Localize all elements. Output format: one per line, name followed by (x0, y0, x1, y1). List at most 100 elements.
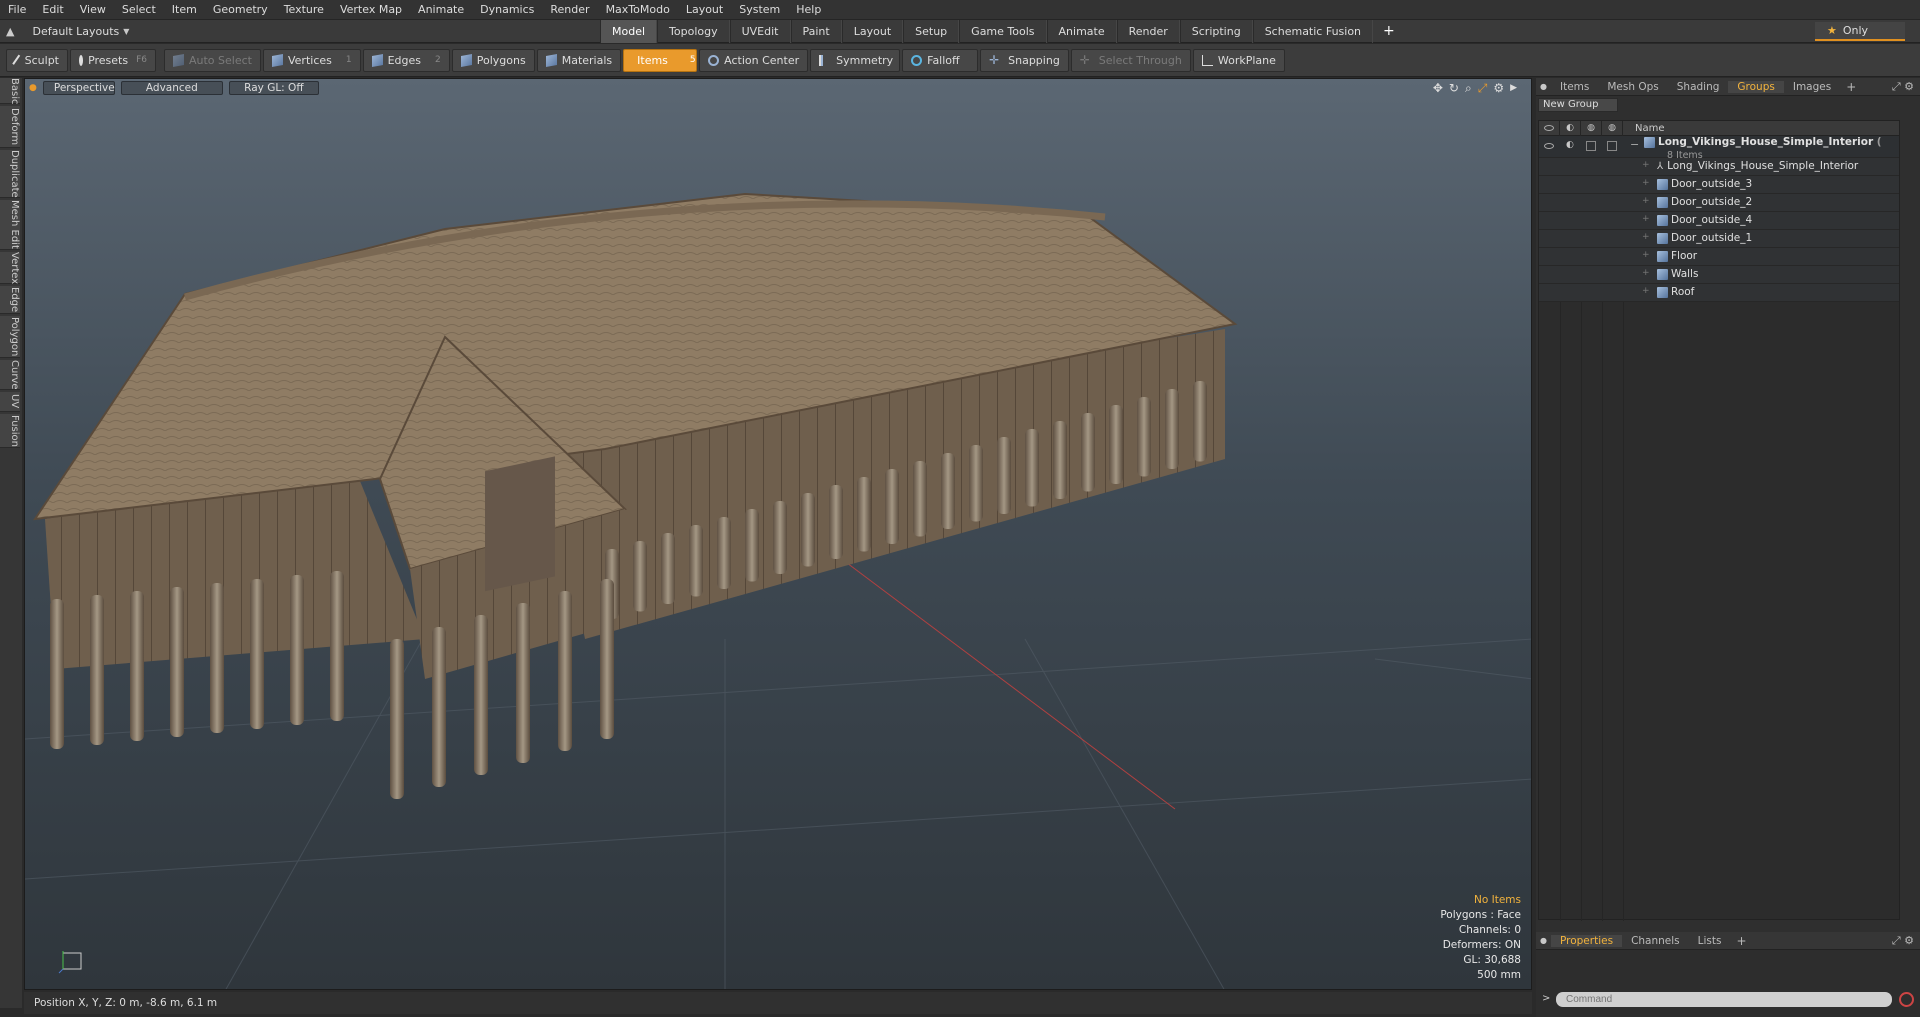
left-tab-basic[interactable]: Basic (0, 78, 20, 104)
tab-uvedit[interactable]: UVEdit (729, 19, 791, 43)
panel-tab-mesh-ops[interactable]: Mesh Ops (1598, 81, 1667, 93)
left-tab-edge[interactable]: Edge (0, 286, 20, 314)
group-item-row[interactable]: + Door_outside_3 (1539, 176, 1899, 194)
expand-icon[interactable]: + (1642, 196, 1650, 206)
viewport-dot-icon[interactable]: ● (29, 83, 37, 93)
group-item-row[interactable]: + Door_outside_1 (1539, 230, 1899, 248)
visibility-column[interactable] (1539, 120, 1560, 136)
menu-item-select[interactable]: Select (114, 0, 164, 20)
left-tab-vertex[interactable]: Vertex (0, 252, 20, 284)
tab-paint[interactable]: Paint (790, 19, 842, 43)
group-select-checkbox[interactable] (1607, 141, 1617, 151)
snapping-button[interactable]: ✛ Snapping (980, 48, 1069, 72)
layouts-label[interactable]: Default Layouts (32, 25, 119, 38)
sculpt-button[interactable]: Sculpt (6, 48, 68, 72)
layouts-arrow-icon[interactable]: ▲ (6, 25, 14, 38)
move-view-icon[interactable]: ✥ (1433, 81, 1443, 96)
expand-icon[interactable]: + (1642, 268, 1650, 278)
panel-tab-items[interactable]: Items (1551, 81, 1598, 93)
group-item-row[interactable]: + Roof (1539, 284, 1899, 302)
materials-button[interactable]: Materials (536, 48, 622, 72)
tab-model[interactable]: Model (600, 19, 658, 43)
properties-dot-icon[interactable]: ● (1540, 936, 1547, 945)
group-item-row[interactable]: + Door_outside_2 (1539, 194, 1899, 212)
items-button[interactable]: Items 5 (623, 48, 698, 72)
chevron-down-icon[interactable]: ▼ (123, 27, 129, 36)
expand-icon[interactable]: + (1642, 178, 1650, 188)
render-column[interactable]: ◐ (1560, 120, 1581, 136)
layouts-dropdown[interactable]: ▲ Default Layouts ▼ (0, 20, 600, 43)
group-item-row[interactable]: + Door_outside_4 (1539, 212, 1899, 230)
panel-tab-shading[interactable]: Shading (1668, 81, 1729, 93)
properties-tab-lists[interactable]: Lists (1689, 935, 1731, 947)
group-item-row[interactable]: + Walls (1539, 266, 1899, 284)
tab-animate[interactable]: Animate (1046, 19, 1117, 43)
left-tab-mesh-edit[interactable]: Mesh Edit (0, 200, 20, 250)
menu-item-view[interactable]: View (72, 0, 114, 20)
left-tab-fusion[interactable]: Fusion (0, 414, 20, 448)
symmetry-button[interactable]: Symmetry (810, 48, 901, 72)
command-input[interactable] (1556, 992, 1892, 1007)
select-column[interactable]: ◍ (1602, 120, 1623, 136)
menu-item-geometry[interactable]: Geometry (205, 0, 276, 20)
properties-tab-channels[interactable]: Channels (1622, 935, 1689, 947)
left-tab-uv[interactable]: UV (0, 392, 20, 412)
edges-button[interactable]: Edges 2 (362, 48, 450, 72)
group-item-row[interactable]: + ⅄ Long_Vikings_House_Simple_Interior (1539, 158, 1899, 176)
auto-select-button[interactable]: Auto Select (164, 48, 261, 72)
panel-dot-icon[interactable]: ● (1540, 82, 1547, 91)
tab-setup[interactable]: Setup (903, 19, 960, 43)
new-group-button[interactable]: New Group (1538, 98, 1618, 112)
select-through-button[interactable]: ✛ Select Through (1070, 48, 1191, 72)
panel-menu-icon[interactable]: ⤢ ⚙ (1892, 80, 1914, 94)
expand-icon[interactable]: + (1642, 250, 1650, 260)
left-tab-polygon[interactable]: Polygon (0, 316, 20, 358)
properties-menu-icon[interactable]: ⤢ ⚙ (1892, 934, 1914, 948)
play-icon[interactable]: ▶ (1510, 81, 1517, 96)
menu-item-system[interactable]: System (731, 0, 788, 20)
left-tab-deform[interactable]: Deform (0, 106, 20, 148)
menu-item-render[interactable]: Render (542, 0, 597, 20)
gear-icon[interactable]: ⚙ (1493, 81, 1504, 96)
3d-viewport[interactable]: ● Perspective Advanced Ray GL: Off ✥ ↻ ⌕… (24, 78, 1532, 990)
only-toggle[interactable]: ★ Only (1815, 22, 1905, 41)
tab-game-tools[interactable]: Game Tools (959, 19, 1047, 43)
expand-icon[interactable]: + (1642, 232, 1650, 242)
menu-item-file[interactable]: File (0, 0, 34, 20)
zoom-view-icon[interactable]: ⌕ (1465, 81, 1472, 96)
group-lock-checkbox[interactable] (1586, 141, 1596, 151)
menu-item-maxtomodo[interactable]: MaxToModo (598, 0, 678, 20)
advanced-button[interactable]: Advanced (120, 81, 223, 95)
action-center-button[interactable]: Action Center (699, 48, 809, 72)
menu-item-dynamics[interactable]: Dynamics (472, 0, 542, 20)
expand-icon[interactable]: + (1642, 214, 1650, 224)
perspective-button[interactable]: Perspective (42, 81, 115, 95)
expand-icon[interactable]: + (1642, 286, 1650, 296)
collapse-icon[interactable]: − (1630, 138, 1639, 151)
command-stop-icon[interactable] (1899, 992, 1914, 1007)
menu-item-animate[interactable]: Animate (410, 0, 472, 20)
tab-scripting[interactable]: Scripting (1179, 19, 1253, 43)
menu-item-vertex-map[interactable]: Vertex Map (332, 0, 410, 20)
presets-button[interactable]: Presets F6 (70, 48, 156, 72)
tab-topology[interactable]: Topology (657, 19, 730, 43)
raygl-button[interactable]: Ray GL: Off (228, 81, 319, 95)
group-item-row[interactable]: + Floor (1539, 248, 1899, 266)
tab-layout[interactable]: Layout (841, 19, 904, 43)
panel-tab-groups[interactable]: Groups (1728, 80, 1784, 93)
rotate-view-icon[interactable]: ↻ (1449, 81, 1459, 96)
add-properties-tab-icon[interactable]: + (1730, 934, 1752, 948)
group-render-icon[interactable]: ◐ (1566, 140, 1574, 150)
command-arrow-icon[interactable]: > (1542, 993, 1550, 1004)
lock-column[interactable]: ◍ (1581, 120, 1602, 136)
menu-item-help[interactable]: Help (788, 0, 829, 20)
tab-render[interactable]: Render (1116, 19, 1180, 43)
properties-tab-properties[interactable]: Properties (1550, 934, 1623, 947)
panel-tab-images[interactable]: Images (1784, 81, 1840, 93)
polygons-button[interactable]: Polygons (451, 48, 535, 72)
fit-view-icon[interactable]: ⤢ (1478, 81, 1488, 96)
falloff-button[interactable]: Falloff (902, 48, 979, 72)
left-tab-duplicate[interactable]: Duplicate (0, 150, 20, 198)
add-tab-icon[interactable]: + (1840, 80, 1862, 94)
menu-item-layout[interactable]: Layout (678, 0, 731, 20)
